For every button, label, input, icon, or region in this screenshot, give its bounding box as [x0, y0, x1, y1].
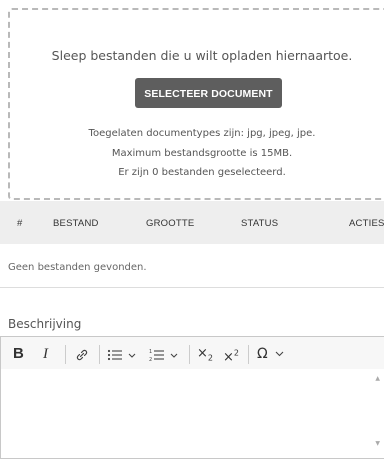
scroll-up-arrow[interactable]: ▲	[375, 375, 380, 382]
bulleted-list-button[interactable]	[107, 337, 137, 371]
numbered-list-icon: 1 2	[149, 349, 178, 363]
bold-button[interactable]: B	[13, 337, 24, 371]
allowed-types-text: Toegelaten documentypes zijn: jpg, jpeg,…	[88, 128, 316, 139]
omega-icon: Ω	[257, 346, 268, 362]
subscript-icon: ×2	[197, 346, 213, 363]
toolbar-separator	[65, 345, 66, 364]
numbered-list-button[interactable]: 1 2	[149, 337, 179, 371]
superscript-icon: ×2	[223, 349, 239, 366]
col-status: STATUS	[241, 218, 279, 229]
link-icon	[76, 349, 88, 360]
italic-button[interactable]: I	[43, 337, 48, 371]
selected-count-text: Er zijn 0 bestanden geselecteerd.	[118, 167, 286, 178]
file-dropzone[interactable]: Sleep bestanden die u wilt opladen hiern…	[8, 8, 384, 200]
subscript-button[interactable]: ×2	[197, 337, 213, 371]
toolbar-separator	[248, 345, 249, 364]
col-number: #	[17, 218, 23, 229]
col-file: BESTAND	[53, 218, 99, 229]
max-size-text: Maximum bestandsgrootte is 15MB.	[111, 148, 293, 159]
description-editor[interactable]: ▲ ▼	[0, 369, 384, 459]
bulleted-list-icon	[107, 349, 136, 360]
superscript-button[interactable]: ×2	[223, 337, 239, 371]
col-size: GROOTTE	[146, 218, 195, 229]
file-table-header: # BESTAND GROOTTE STATUS ACTIES	[0, 201, 384, 244]
svg-text:1: 1	[149, 349, 152, 355]
toolbar-separator	[99, 345, 100, 364]
description-label: Beschrijving	[8, 317, 82, 331]
special-characters-button[interactable]: Ω	[257, 337, 284, 371]
table-divider	[0, 287, 384, 288]
col-actions: ACTIES	[349, 218, 384, 229]
link-button[interactable]	[75, 337, 89, 371]
select-document-button[interactable]: SELECTEER DOCUMENT	[135, 78, 282, 108]
dropzone-instruction: Sleep bestanden die u wilt opladen hiern…	[51, 48, 353, 63]
toolbar-separator	[189, 345, 190, 364]
editor-toolbar: B I 1 2 ×2 ×2 Ω	[0, 336, 384, 370]
svg-text:2: 2	[149, 357, 152, 362]
scroll-down-arrow[interactable]: ▼	[375, 440, 380, 447]
empty-table-message: Geen bestanden gevonden.	[8, 262, 147, 273]
chevron-down-icon	[275, 351, 284, 357]
